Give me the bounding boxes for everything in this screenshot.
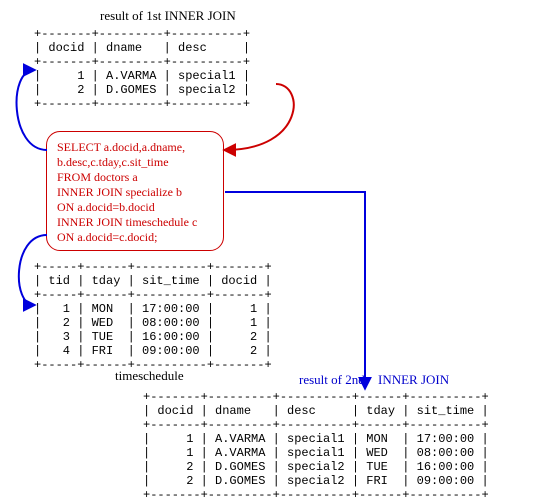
sql-line: SELECT a.docid,a.dname, [57, 140, 213, 155]
sql-line: FROM doctors a [57, 170, 213, 185]
sql-line: ON a.docid=b.docid [57, 200, 213, 215]
second-join-title-prefix: result of 2nd [299, 372, 365, 388]
sql-line: INNER JOIN timeschedule c [57, 215, 213, 230]
sql-line: ON a.docid=c.docid; [57, 230, 213, 245]
first-join-title: result of 1st INNER JOIN [100, 8, 236, 24]
sql-line: b.desc,c.tday,c.sit_time [57, 155, 213, 170]
sql-line: INNER JOIN specialize b [57, 185, 213, 200]
second-join-table: +-------+---------+----------+------+---… [143, 390, 489, 502]
timeschedule-table: +-----+------+----------+-------+ | tid … [34, 260, 272, 372]
second-join-title-suffix: INNER JOIN [378, 372, 449, 388]
sql-query-box: SELECT a.docid,a.dname, b.desc,c.tday,c.… [46, 131, 224, 251]
first-join-table: +-------+---------+----------+ | docid |… [34, 27, 250, 111]
